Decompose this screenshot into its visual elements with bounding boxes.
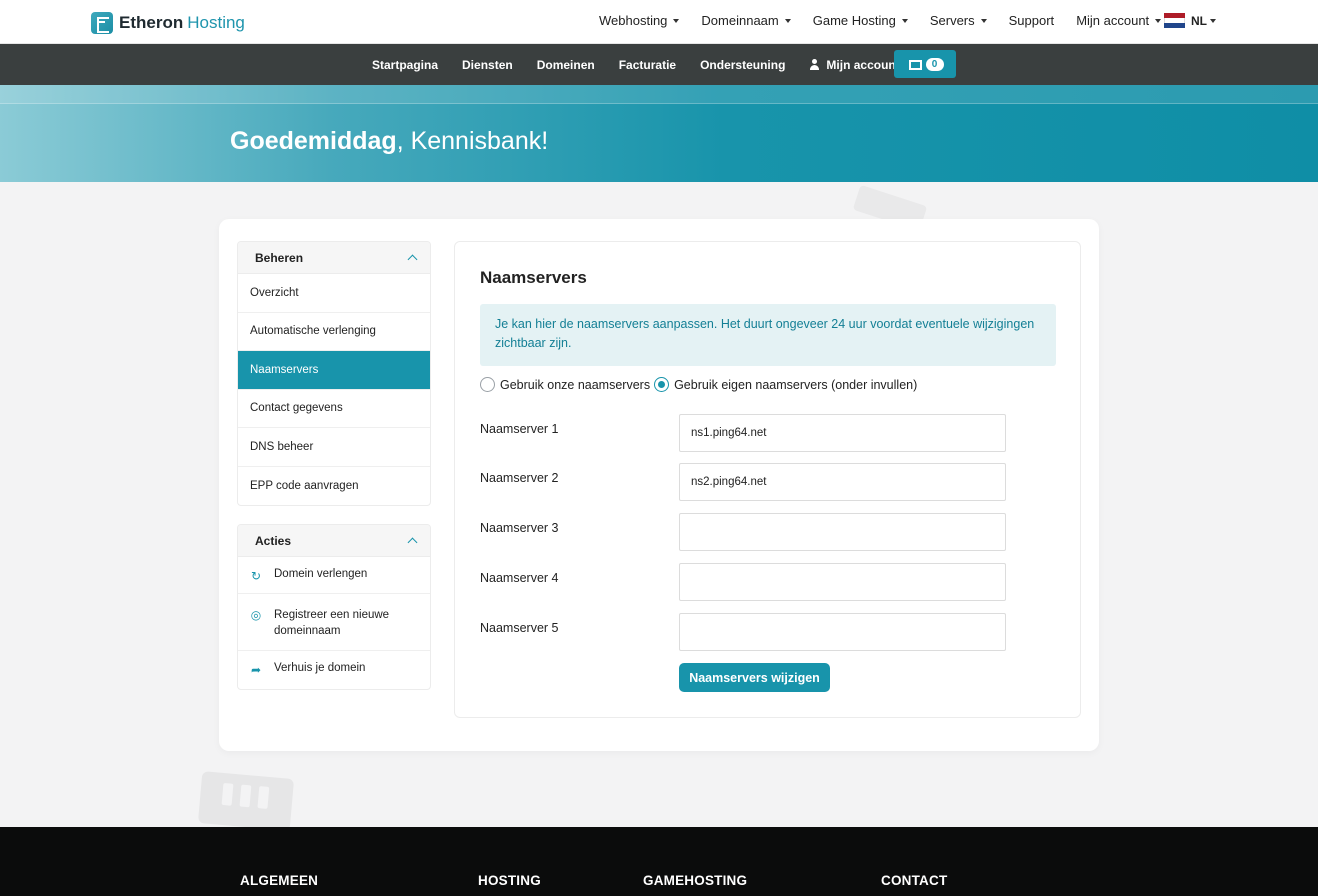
- action-label: Domein verlengen: [274, 568, 368, 580]
- sidebar-panel-manage: Beheren Overzicht Automatische verlengin…: [237, 241, 431, 506]
- background-decoration: [197, 771, 295, 831]
- nav-label: Game Hosting: [812, 13, 896, 28]
- client-area-nav: Startpagina Diensten Domeinen Facturatie…: [0, 44, 1318, 85]
- sidebar-item-epp-code[interactable]: EPP code aanvragen: [238, 467, 430, 506]
- nav-game-hosting[interactable]: Game Hosting: [813, 13, 908, 28]
- action-verhuis-domein[interactable]: ➦ Verhuis je domein: [238, 651, 430, 689]
- language-selector[interactable]: NL: [1164, 13, 1216, 28]
- field-label-ns2: Naamserver 2: [480, 471, 559, 485]
- logo-text-bold: Etheron: [119, 13, 184, 32]
- nameserver-1-input[interactable]: [679, 414, 1006, 452]
- field-label-ns3: Naamserver 3: [480, 521, 559, 535]
- top-nav: Webhosting Domeinnaam Game Hosting Serve…: [599, 13, 1183, 28]
- subnav-facturatie[interactable]: Facturatie: [619, 58, 676, 72]
- caret-down-icon: [673, 18, 680, 23]
- nav-webhosting[interactable]: Webhosting: [599, 13, 680, 28]
- action-label: Registreer een nieuwe domeinnaam: [274, 609, 390, 637]
- caret-down-icon: [1155, 18, 1162, 23]
- greeting: Goedemiddag, Kennisbank!: [230, 127, 548, 156]
- language-code: NL: [1191, 13, 1207, 28]
- cart-icon: [907, 59, 922, 70]
- caret-down-icon: [1210, 18, 1216, 23]
- cart-button[interactable]: 0: [894, 50, 956, 78]
- page-title: Naamservers: [480, 268, 587, 287]
- sidebar-item-dns-beheer[interactable]: DNS beheer: [238, 428, 430, 467]
- radio-custom-label[interactable]: Gebruik eigen naamservers (onder invulle…: [674, 378, 917, 392]
- nav-label: Support: [1008, 13, 1055, 28]
- user-icon: [809, 58, 820, 71]
- sidebar-item-naamservers[interactable]: Naamservers: [238, 351, 430, 390]
- netherlands-flag-icon: [1164, 13, 1185, 28]
- greeting-rest: , Kennisbank!: [396, 127, 549, 155]
- nav-label: Domeinnaam: [701, 13, 779, 28]
- subnav-account-label: Mijn account: [826, 57, 900, 72]
- logo-text-light: Hosting: [187, 13, 245, 32]
- nameserver-mode-radios: Gebruik onze naamservers Gebruik eigen n…: [480, 377, 921, 392]
- hero-banner: Goedemiddag, Kennisbank!: [0, 85, 1318, 182]
- sidebar-panel-actions: Acties ↻ Domein verlengen ◎ Registreer e…: [237, 524, 431, 690]
- subnav-ondersteuning[interactable]: Ondersteuning: [700, 58, 785, 72]
- caret-down-icon: [980, 18, 987, 23]
- logo-mark-icon: [91, 12, 113, 34]
- footer: ALGEMEEN HOSTING GAMEHOSTING CONTACT: [0, 827, 1318, 896]
- panel-header-actions[interactable]: Acties: [238, 525, 430, 557]
- panel-title: Beheren: [255, 250, 304, 265]
- nav-support[interactable]: Support: [1009, 13, 1055, 28]
- footer-heading-algemeen: ALGEMEEN: [240, 873, 319, 888]
- globe-icon: ◎: [250, 608, 262, 622]
- nav-servers[interactable]: Servers: [930, 13, 987, 28]
- top-header: Etheron Hosting Webhosting Domeinnaam Ga…: [0, 0, 1318, 44]
- radio-own-nameservers[interactable]: [480, 377, 495, 392]
- radio-custom-nameservers[interactable]: [654, 377, 670, 392]
- caret-down-icon: [901, 18, 908, 23]
- footer-heading-contact: CONTACT: [881, 873, 948, 888]
- chevron-up-icon: [407, 254, 418, 265]
- logo[interactable]: Etheron Hosting: [91, 12, 245, 34]
- share-arrow-icon: ➦: [250, 663, 262, 677]
- field-label-ns5: Naamserver 5: [480, 621, 559, 635]
- nameserver-4-input[interactable]: [679, 563, 1006, 601]
- subnav-startpagina[interactable]: Startpagina: [372, 58, 438, 72]
- caret-down-icon: [784, 18, 791, 23]
- action-registreer-domein[interactable]: ◎ Registreer een nieuwe domeinnaam: [238, 594, 430, 651]
- footer-heading-gamehosting: GAMEHOSTING: [643, 873, 748, 888]
- sidebar-item-contact-gegevens[interactable]: Contact gegevens: [238, 390, 430, 428]
- nav-label: Webhosting: [599, 13, 668, 28]
- nameserver-2-input[interactable]: [679, 463, 1006, 501]
- nameserver-3-input[interactable]: [679, 513, 1006, 551]
- info-alert: Je kan hier de naamservers aanpassen. He…: [480, 304, 1056, 366]
- subnav-diensten[interactable]: Diensten: [462, 58, 513, 72]
- refresh-icon: ↻: [250, 569, 262, 583]
- nav-mijn-account[interactable]: Mijn account: [1076, 13, 1162, 28]
- panel-title: Acties: [255, 533, 292, 548]
- save-nameservers-button[interactable]: Naamservers wijzigen: [679, 663, 830, 692]
- radio-own-label[interactable]: Gebruik onze naamservers: [500, 378, 650, 392]
- action-domein-verlengen[interactable]: ↻ Domein verlengen: [238, 557, 430, 594]
- nav-label: Mijn account: [1076, 13, 1150, 28]
- sidebar-item-automatische-verlenging[interactable]: Automatische verlenging: [238, 313, 430, 351]
- field-label-ns4: Naamserver 4: [480, 571, 559, 585]
- action-label: Verhuis je domein: [274, 662, 366, 674]
- subnav-domeinen[interactable]: Domeinen: [537, 58, 595, 72]
- nav-label: Servers: [929, 13, 975, 28]
- panel-header-manage[interactable]: Beheren: [238, 242, 430, 274]
- footer-heading-hosting: HOSTING: [478, 873, 541, 888]
- sidebar-item-overzicht[interactable]: Overzicht: [238, 274, 430, 313]
- nameserver-5-input[interactable]: [679, 613, 1006, 651]
- nameservers-panel: Naamservers Je kan hier de naamservers a…: [454, 241, 1081, 718]
- chevron-up-icon: [407, 537, 418, 548]
- nav-domeinnaam[interactable]: Domeinnaam: [701, 13, 791, 28]
- greeting-bold: Goedemiddag: [230, 127, 397, 155]
- subnav-mijn-account[interactable]: Mijn account: [809, 57, 900, 72]
- field-label-ns1: Naamserver 1: [480, 422, 559, 436]
- cart-count-badge: 0: [925, 57, 944, 71]
